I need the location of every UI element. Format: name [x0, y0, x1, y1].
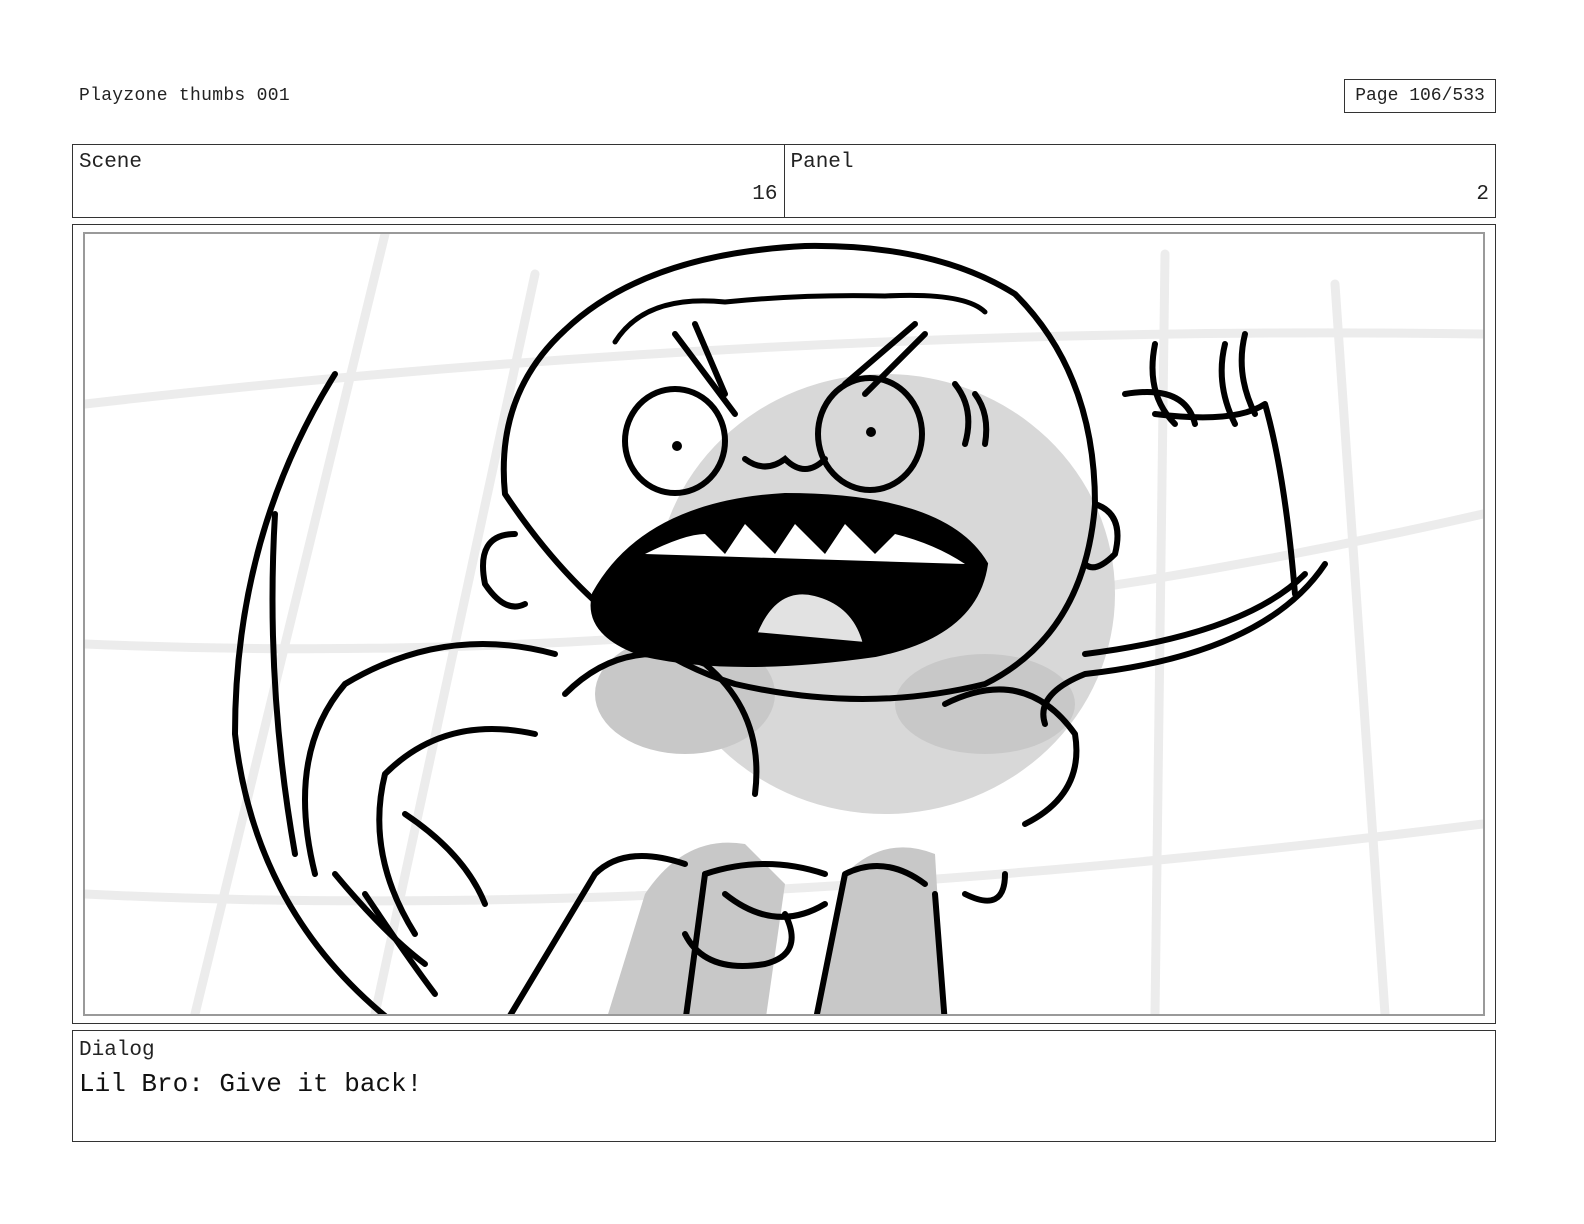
- scene-panel-header: Scene 16 Panel 2: [72, 144, 1496, 218]
- dialog-label: Dialog: [79, 1039, 155, 1062]
- document-title: Playzone thumbs 001: [79, 86, 290, 106]
- scene-label: Scene: [79, 151, 143, 174]
- panel-number: 2: [1476, 183, 1489, 206]
- panel-drawing-area: [83, 232, 1485, 1016]
- scene-cell: Scene 16: [73, 145, 784, 217]
- scene-number: 16: [752, 183, 778, 206]
- storyboard-panel: [72, 224, 1496, 1024]
- character-mouth: [590, 492, 989, 667]
- storyboard-sketch: [85, 234, 1483, 1014]
- panel-cell: Panel 2: [783, 145, 1496, 217]
- dialog-text: Lil Bro: Give it back!: [79, 1069, 423, 1099]
- panel-label: Panel: [790, 151, 854, 174]
- body-shading: [595, 374, 1115, 1014]
- dialog-box: Dialog Lil Bro: Give it back!: [72, 1030, 1496, 1142]
- page-indicator: Page 106/533: [1344, 79, 1496, 113]
